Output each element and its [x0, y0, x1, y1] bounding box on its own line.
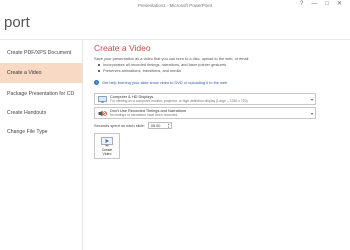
video-quality-dropdown[interactable]: Computer & HD Displays For viewing on a … — [94, 93, 316, 105]
nav-item-package-cd[interactable]: Package Presentation for CD — [0, 84, 82, 104]
minimize-button[interactable]: — — [311, 1, 317, 7]
chevron-down-icon: ▾ — [310, 97, 313, 102]
feature-bullet: Incorporates all recorded timings, narra… — [98, 62, 226, 67]
window-title: Presentation1 - Microsoft PowerPoint — [137, 3, 213, 8]
quality-sub-text: For viewing on a computer monitor, proje… — [110, 99, 248, 104]
section-title: Create a Video — [94, 43, 151, 53]
create-video-label: Create Video — [102, 148, 113, 156]
no-narration-icon — [97, 109, 107, 117]
timings-sub-text: No timings or narrations have been recor… — [110, 113, 178, 118]
spin-down-icon[interactable]: ▼ — [167, 126, 169, 129]
nav-item-create-pdf[interactable]: Create PDF/XPS Document — [0, 43, 82, 63]
nav-item-change-file-type[interactable]: Change File Type — [0, 122, 82, 142]
seconds-spinner[interactable]: 05.00 ▲ ▼ — [147, 122, 172, 129]
section-description: Save your presentation as a video that y… — [94, 56, 249, 61]
nav-item-label: Change File Type — [7, 129, 48, 135]
bullet-icon — [98, 69, 100, 72]
help-link[interactable]: ? Get help burning your slide show video… — [94, 80, 227, 85]
export-nav: Create PDF/XPS Document Create a Video P… — [0, 40, 83, 250]
create-video-label-line2: Video — [102, 151, 112, 156]
create-video-icon — [101, 136, 113, 146]
chevron-down-icon: ▾ — [310, 111, 313, 116]
nav-item-create-handouts[interactable]: Create Handouts — [0, 103, 82, 123]
nav-item-label: Create PDF/XPS Document — [7, 50, 72, 56]
seconds-label: Seconds spent on each slide: — [94, 123, 145, 128]
feature-bullet: Preserves animations, transitions, and m… — [98, 68, 181, 73]
help-button[interactable]: ? — [300, 1, 303, 7]
bullet-text: Incorporates all recorded timings, narra… — [103, 62, 227, 67]
page-title: port — [4, 14, 30, 31]
seconds-value[interactable]: 05.00 — [151, 124, 161, 128]
nav-item-create-video[interactable]: Create a Video — [0, 63, 82, 83]
bullet-icon — [98, 63, 100, 66]
title-bar: Presentation1 - Microsoft PowerPoint — [0, 0, 350, 11]
help-icon: ? — [94, 80, 99, 85]
bullet-text: Preserves animations, transitions, and m… — [103, 68, 181, 73]
window-controls: ? — □ ✕ — [300, 1, 342, 7]
timings-dropdown[interactable]: Don't Use Recorded Timings and Narration… — [94, 107, 316, 119]
nav-item-label: Create a Video — [7, 70, 42, 76]
maximize-button[interactable]: □ — [325, 1, 329, 7]
seconds-per-slide-row: Seconds spent on each slide: 05.00 ▲ ▼ — [94, 122, 172, 129]
monitor-icon — [97, 95, 107, 103]
close-button[interactable]: ✕ — [337, 1, 342, 7]
help-link-text[interactable]: Get help burning your slide show video t… — [102, 80, 227, 85]
create-video-button[interactable]: Create Video — [94, 133, 120, 159]
nav-item-label: Package Presentation for CD — [7, 91, 75, 97]
nav-item-label: Create Handouts — [7, 110, 47, 116]
